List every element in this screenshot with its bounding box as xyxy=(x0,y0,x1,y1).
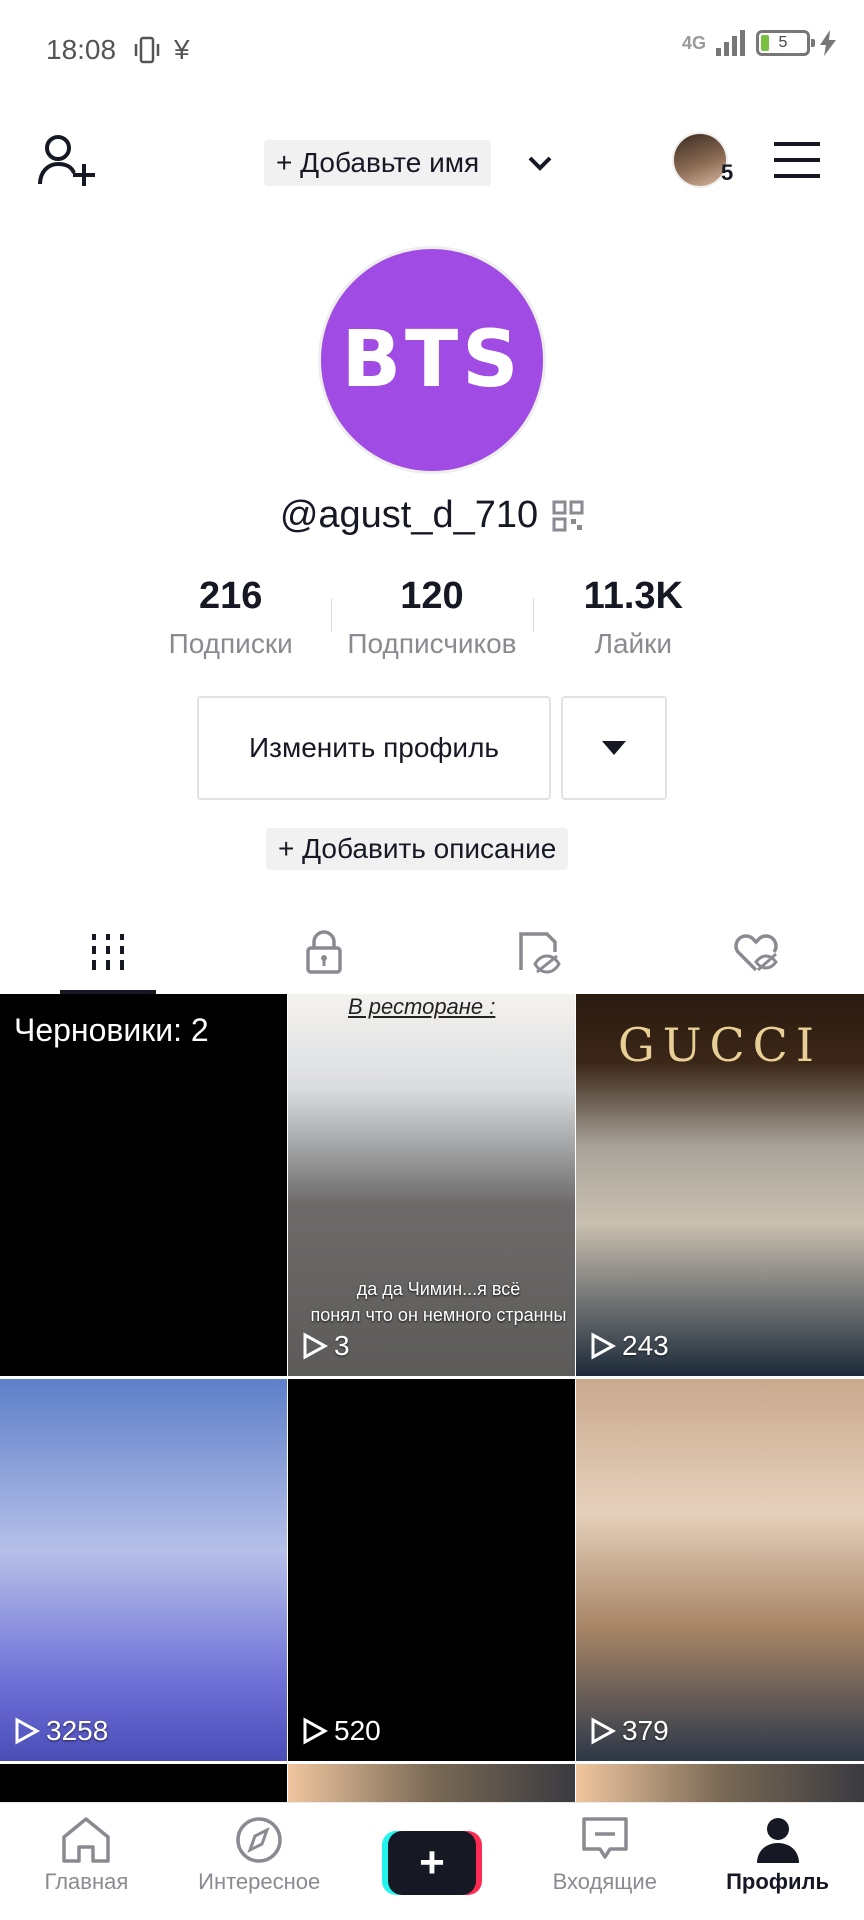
nav-inbox[interactable]: Входящие xyxy=(518,1803,691,1920)
video-tile[interactable]: 520 xyxy=(288,1379,575,1761)
nav-home[interactable]: Главная xyxy=(0,1803,173,1920)
tab-private[interactable] xyxy=(216,910,432,994)
video-tile[interactable] xyxy=(0,1764,287,1804)
avatar-text: BTS xyxy=(341,315,523,405)
stat-following[interactable]: 216 Подписки xyxy=(130,568,331,664)
signal-icon xyxy=(716,30,745,56)
view-count: 520 xyxy=(302,1715,381,1747)
home-icon xyxy=(62,1817,111,1863)
drafts-tile[interactable]: Черновики: 2 xyxy=(0,994,287,1376)
battery-icon: 5 xyxy=(756,30,815,56)
stat-value: 11.3K xyxy=(583,575,683,617)
profile-avatar[interactable]: BTS xyxy=(318,246,546,474)
video-tile[interactable]: 3258 xyxy=(0,1379,287,1761)
play-icon xyxy=(591,1717,616,1745)
video-caption: В ресторане : xyxy=(348,994,496,1019)
view-count: 3 xyxy=(302,1330,350,1362)
play-icon xyxy=(591,1332,616,1360)
video-tile[interactable]: 379 xyxy=(576,1379,864,1761)
drafts-label: Черновики: 2 xyxy=(14,1012,209,1048)
play-icon xyxy=(303,1332,328,1360)
nav-label: Профиль xyxy=(726,1869,830,1894)
top-nav: + Добавьте имя 5 xyxy=(0,120,864,206)
triangle-down-icon xyxy=(602,741,626,755)
stat-value: 216 xyxy=(198,575,263,617)
nav-discover[interactable]: Интересное xyxy=(173,1803,346,1920)
nav-label: Главная xyxy=(44,1869,129,1894)
view-count: 243 xyxy=(590,1330,669,1362)
profile-tabs xyxy=(0,910,864,994)
vibrate-icon xyxy=(134,36,160,64)
stat-likes[interactable]: 11.3K Лайки xyxy=(532,568,734,664)
network-label: 4G xyxy=(681,32,706,53)
tab-videos[interactable] xyxy=(0,910,216,994)
video-tile[interactable] xyxy=(288,1764,575,1804)
nav-create[interactable]: + xyxy=(346,1803,519,1920)
hamburger-icon xyxy=(774,142,820,178)
hidden-icon xyxy=(519,932,561,974)
tab-saved[interactable] xyxy=(432,910,648,994)
profile-icon xyxy=(756,1818,799,1863)
create-icon: + xyxy=(381,1831,482,1895)
add-friends-button[interactable] xyxy=(38,134,98,192)
add-description-chip[interactable]: + Добавить описание xyxy=(266,828,569,870)
video-brand-text: GUCCI xyxy=(617,1018,823,1072)
edit-profile-button[interactable]: Изменить профиль xyxy=(197,696,551,800)
profile-stats: 216 Подписки 120 Подписчиков 11.3K Лайки xyxy=(130,568,734,664)
stat-label: Лайки xyxy=(594,628,673,659)
video-tile[interactable] xyxy=(576,1764,864,1804)
stat-label: Подписки xyxy=(168,628,293,659)
view-count: 3258 xyxy=(14,1715,108,1747)
tab-liked[interactable] xyxy=(648,910,864,994)
bottom-nav: Главная Интересное + Входящие Профиль xyxy=(0,1802,864,1920)
compass-icon xyxy=(236,1817,282,1863)
stat-value: 120 xyxy=(400,575,464,617)
menu-button[interactable] xyxy=(772,140,822,180)
add-name-chip[interactable]: + Добавьте имя xyxy=(264,140,492,186)
username: @agust_d_710 xyxy=(279,494,539,536)
video-tile[interactable]: В ресторане : да да Чимин...я всё понял ч… xyxy=(288,994,575,1376)
play-icon xyxy=(303,1717,328,1745)
nav-label: Интересное xyxy=(198,1869,321,1894)
qr-code-icon[interactable] xyxy=(552,500,584,532)
lock-icon xyxy=(306,930,342,974)
currency-icon: ¥ xyxy=(174,34,190,65)
stat-label: Подписчиков xyxy=(347,628,517,659)
videos-grid-icon xyxy=(92,934,124,970)
status-time: 18:08 xyxy=(46,34,117,65)
video-grid: Черновики: 2 В ресторане : да да Чимин..… xyxy=(0,994,864,1804)
username-row: @agust_d_710 xyxy=(0,494,864,537)
visitor-count: 5 xyxy=(721,160,734,185)
chevron-down-icon xyxy=(528,156,552,171)
visitor-avatar[interactable] xyxy=(672,132,728,188)
nav-profile[interactable]: Профиль xyxy=(691,1803,864,1920)
account-switch-button[interactable] xyxy=(522,148,558,180)
view-count: 379 xyxy=(590,1715,669,1747)
stat-followers[interactable]: 120 Подписчиков xyxy=(331,568,532,664)
suggested-accounts-button[interactable] xyxy=(561,696,667,800)
nav-label: Входящие xyxy=(552,1869,657,1894)
play-icon xyxy=(15,1717,40,1745)
charging-icon xyxy=(820,30,836,56)
profile-actions: Изменить профиль xyxy=(197,696,667,800)
inbox-icon xyxy=(582,1817,628,1859)
video-tile[interactable]: GUCCI 243 xyxy=(576,994,864,1376)
video-subtitle: да да Чимин...я всё понял что он немного … xyxy=(310,1279,567,1325)
liked-icon xyxy=(734,934,778,972)
add-user-icon xyxy=(38,135,95,186)
status-bar: 18:08 ¥ 4G 5 xyxy=(0,0,864,100)
